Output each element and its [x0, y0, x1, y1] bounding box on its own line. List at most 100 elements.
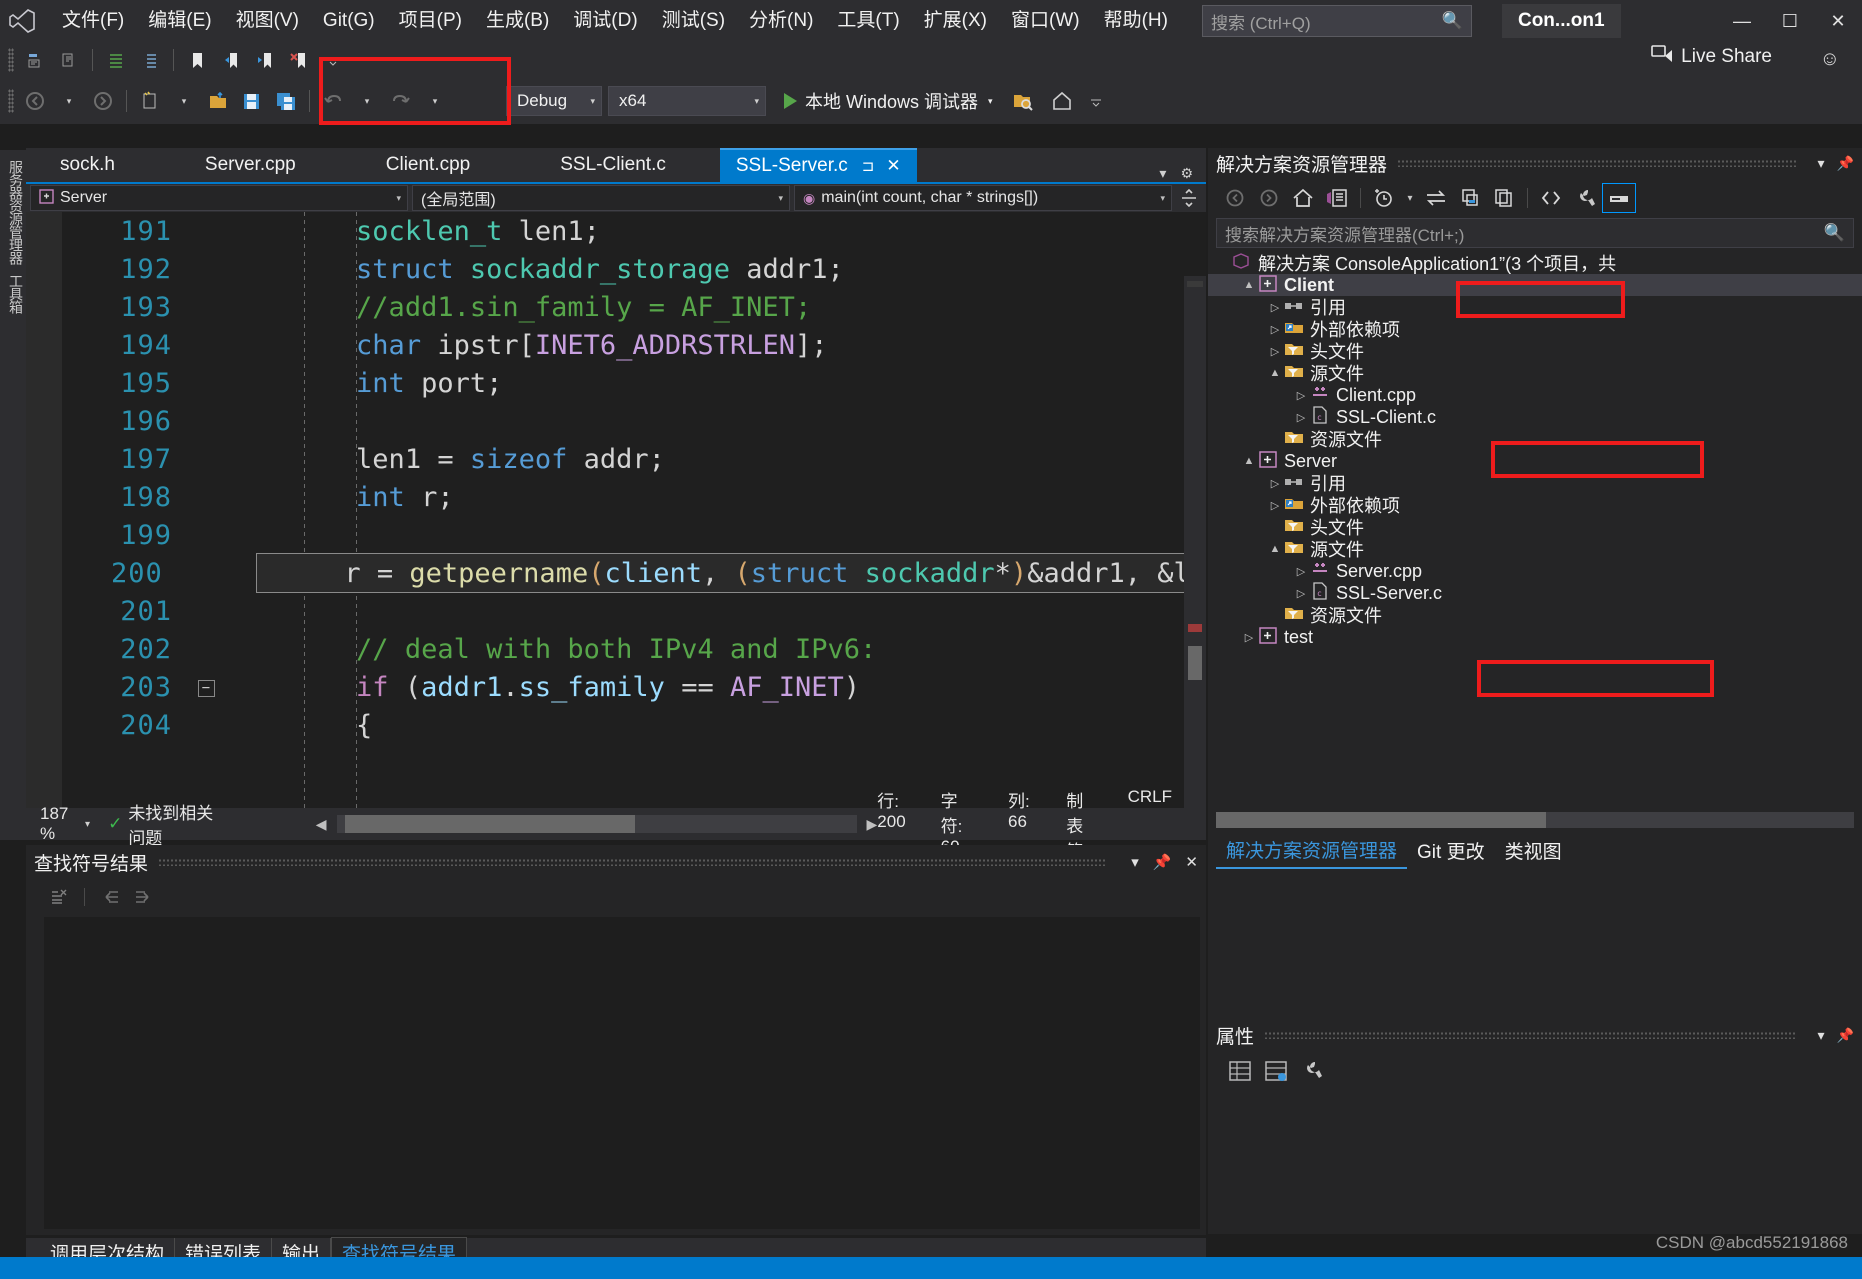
- menu-item-7[interactable]: 测试(S): [650, 5, 737, 37]
- new-project-icon[interactable]: [135, 87, 165, 115]
- tree-item-15[interactable]: ▷ c SSL-Server.c: [1208, 582, 1862, 604]
- solution-dock-tab-0[interactable]: 解决方案资源管理器: [1216, 832, 1408, 869]
- start-debugging-button[interactable]: 本地 Windows 调试器 ▾: [784, 88, 993, 114]
- redo-icon[interactable]: [386, 87, 416, 115]
- tree-expander-icon[interactable]: ▷: [1294, 565, 1308, 578]
- solution-explorer-search-input[interactable]: 搜索解决方案资源管理器(Ctrl+;) 🔍: [1216, 218, 1854, 248]
- menu-item-0[interactable]: 文件(F): [50, 5, 136, 37]
- code-line[interactable]: 196: [26, 402, 1206, 440]
- categorized-icon[interactable]: [1222, 1054, 1258, 1088]
- code-line[interactable]: 192 struct sockaddr_storage addr1;: [26, 250, 1206, 288]
- panel-drag-dots[interactable]: [1264, 1031, 1796, 1039]
- editor-horizontal-scrollbar[interactable]: [336, 815, 857, 833]
- zoom-dropdown-icon[interactable]: ▾: [85, 819, 90, 830]
- undo-icon[interactable]: [318, 87, 348, 115]
- new-project-dropdown-icon[interactable]: ▾: [169, 87, 199, 115]
- tree-expander-icon[interactable]: ▷: [1242, 631, 1256, 644]
- indent-icon[interactable]: [101, 46, 131, 74]
- next-bookmark-icon[interactable]: [250, 46, 280, 74]
- menu-item-8[interactable]: 分析(N): [737, 5, 825, 37]
- menu-item-10[interactable]: 扩展(X): [912, 5, 999, 37]
- back-icon[interactable]: [1218, 183, 1252, 213]
- menu-item-12[interactable]: 帮助(H): [1092, 5, 1180, 37]
- code-line[interactable]: 191 socklen_t len1;: [26, 212, 1206, 250]
- menu-item-4[interactable]: 项目(P): [387, 5, 474, 37]
- scroll-left-arrow-icon[interactable]: ◀: [316, 816, 327, 833]
- collapse-all-icon[interactable]: [1453, 183, 1487, 213]
- pin-icon[interactable]: 📌: [1153, 853, 1172, 871]
- menu-item-3[interactable]: Git(G): [311, 5, 387, 37]
- tree-expander-icon[interactable]: ▲: [1268, 367, 1282, 379]
- tree-expander-icon[interactable]: ▷: [1294, 587, 1308, 600]
- code-editor-surface[interactable]: 191 socklen_t len1; 192 struct sockaddr_s…: [26, 212, 1206, 808]
- attach-to-process-icon[interactable]: [1007, 87, 1037, 115]
- navbar-member-combo[interactable]: ◉ main(int count, char * strings[]) ▾: [794, 185, 1172, 211]
- show-all-files-icon[interactable]: [1534, 183, 1568, 213]
- tree-expander-icon[interactable]: ▷: [1268, 345, 1282, 358]
- code-line[interactable]: 197 len1 = sizeof addr;: [26, 440, 1206, 478]
- code-line[interactable]: 204 {: [26, 706, 1206, 744]
- back-dropdown-icon[interactable]: ▾: [54, 87, 84, 115]
- code-line[interactable]: 200 r = getpeername(client, (struct sock…: [26, 553, 1206, 593]
- menu-item-11[interactable]: 窗口(W): [999, 5, 1092, 37]
- chevron-down-icon[interactable]: ▾: [1401, 183, 1419, 213]
- panel-drag-dots[interactable]: [158, 858, 1108, 866]
- sync-icon[interactable]: [1419, 183, 1453, 213]
- back-icon[interactable]: [20, 87, 50, 115]
- tree-item-17[interactable]: ▷ test: [1208, 626, 1862, 648]
- chevron-down-icon[interactable]: ▾: [988, 96, 993, 107]
- tree-expander-icon[interactable]: ▷: [1268, 499, 1282, 512]
- menu-item-9[interactable]: 工具(T): [825, 5, 911, 37]
- tree-item-16[interactable]: 资源文件: [1208, 604, 1862, 626]
- navbar-scope-combo[interactable]: (全局范围) ▾: [412, 185, 790, 211]
- tree-item-3[interactable]: ▷ 外部依赖项: [1208, 318, 1862, 340]
- tree-expander-icon[interactable]: ▷: [1294, 389, 1308, 402]
- tree-item-5[interactable]: ▲ 源文件: [1208, 362, 1862, 384]
- tree-item-11[interactable]: ▷ 外部依赖项: [1208, 494, 1862, 516]
- code-line[interactable]: 198 int r;: [26, 478, 1206, 516]
- menu-item-2[interactable]: 视图(V): [224, 5, 311, 37]
- toolbar-overflow-icon[interactable]: [318, 46, 348, 74]
- open-project-icon[interactable]: [203, 87, 233, 115]
- global-search-box[interactable]: 搜索 (Ctrl+Q) 🔍: [1201, 5, 1472, 37]
- code-line[interactable]: 199: [26, 516, 1206, 554]
- solution-view-icon[interactable]: [1320, 183, 1354, 213]
- tree-item-14[interactable]: ▷ Server.cpp: [1208, 560, 1862, 582]
- solution-platform-combo[interactable]: x64 ▾: [608, 86, 766, 116]
- tree-item-9[interactable]: ▲ Server: [1208, 450, 1862, 472]
- close-icon[interactable]: ✕: [1185, 853, 1198, 871]
- bookmark-icon[interactable]: [182, 46, 212, 74]
- chevron-down-icon[interactable]: ▾: [1818, 155, 1825, 172]
- code-line[interactable]: 193 //add1.sin_family = AF_INET;: [26, 288, 1206, 326]
- server-explorer-tab[interactable]: 服务器资源管理器: [4, 160, 28, 264]
- forward-icon[interactable]: [1252, 183, 1286, 213]
- split-editor-icon[interactable]: [1174, 189, 1204, 207]
- chevron-down-icon[interactable]: ▾: [1131, 853, 1139, 871]
- editor-horizontal-scroll-thumb[interactable]: [344, 815, 635, 833]
- tree-item-0[interactable]: 解决方案 ConsoleApplication1”(3 个项目，共: [1208, 252, 1862, 274]
- tree-expander-icon[interactable]: ▷: [1268, 323, 1282, 336]
- close-tab-icon[interactable]: ✕: [886, 156, 900, 176]
- solution-configuration-combo[interactable]: Debug ▾: [506, 86, 602, 116]
- code-line[interactable]: 194 char ipstr[INET6_ADDRSTRLEN];: [26, 326, 1206, 364]
- menu-item-5[interactable]: 生成(B): [474, 5, 561, 37]
- tree-expander-icon[interactable]: ▷: [1268, 301, 1282, 314]
- panel-drag-dots[interactable]: [1397, 159, 1796, 167]
- solution-tree[interactable]: 解决方案 ConsoleApplication1”(3 个项目，共 ▲ Client…: [1208, 248, 1862, 648]
- zoom-level[interactable]: 187 %: [26, 804, 85, 844]
- toolbar-grip[interactable]: [8, 48, 14, 72]
- maximize-button[interactable]: ☐: [1766, 0, 1814, 42]
- find-symbol-results-list[interactable]: [44, 917, 1200, 1229]
- save-all-icon[interactable]: [271, 87, 301, 115]
- home-icon[interactable]: [1286, 183, 1320, 213]
- editor-tab-1[interactable]: Server.cpp: [189, 148, 312, 182]
- pending-changes-icon[interactable]: [1367, 183, 1401, 213]
- tree-item-12[interactable]: 头文件: [1208, 516, 1862, 538]
- scroll-right-arrow-icon[interactable]: ▶: [867, 816, 878, 833]
- prev-bookmark-icon[interactable]: [216, 46, 246, 74]
- next-icon[interactable]: [127, 883, 161, 911]
- account-icon[interactable]: ☺: [1820, 48, 1840, 71]
- menu-item-6[interactable]: 调试(D): [561, 5, 649, 37]
- toolbox-tab[interactable]: 工具箱: [4, 274, 28, 313]
- properties-wrench-icon[interactable]: [1568, 183, 1602, 213]
